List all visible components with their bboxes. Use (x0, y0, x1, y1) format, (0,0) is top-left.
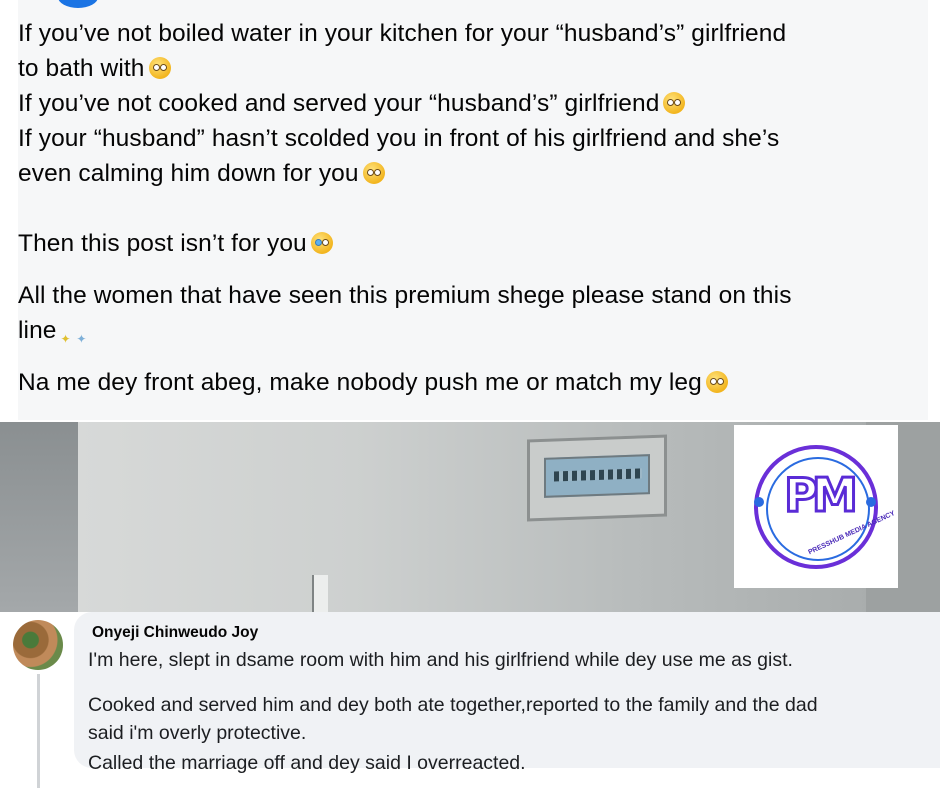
post-paragraph: All the women that have seen this premiu… (18, 278, 792, 357)
comment-line: Cooked and served him and dey both ate t… (88, 694, 818, 716)
post-line: If your “husband” hasn’t scolded you in … (18, 125, 780, 152)
logo-dot (866, 497, 876, 507)
comment: Onyeji Chinweudo Joy I'm here, slept in … (0, 612, 940, 788)
photo-electrical-panel (527, 434, 667, 522)
dizzy-face-icon (148, 57, 171, 79)
post-line: Then this post isn’t for you (18, 226, 333, 261)
author-avatar[interactable] (58, 0, 98, 8)
post-paragraph: Then this post isn’t for you (18, 226, 333, 261)
logo-letters: PM (783, 467, 860, 524)
comment-line: Called the marriage off and dey said I o… (88, 752, 526, 774)
comment-bubble: Onyeji Chinweudo Joy I'm here, slept in … (74, 612, 940, 774)
comment-line: said i'm overly protective. (88, 722, 307, 744)
post-line: even calming him down for you (18, 156, 786, 191)
photo-breakers (554, 468, 642, 482)
post-line: Na me dey front abeg, make nobody push m… (18, 365, 728, 400)
logo-dot (754, 497, 764, 507)
photo-wall-shadow (0, 422, 78, 612)
post-line: If you’ve not cooked and served your “hu… (18, 86, 786, 121)
post-line: to bath with (18, 51, 786, 86)
presshub-watermark-logo: PM PRESSHUB MEDIA AGENCY (734, 425, 898, 588)
thread-line (37, 674, 40, 788)
dizzy-face-icon (705, 371, 728, 393)
photo-door-edge (312, 575, 328, 612)
crying-face-icon (310, 232, 333, 254)
post-line: All the women that have seen this premiu… (18, 282, 792, 309)
photo-panel-window (544, 454, 650, 498)
post-body: If you’ve not boiled water in your kitch… (18, 0, 928, 420)
post-paragraph: Na me dey front abeg, make nobody push m… (18, 365, 728, 400)
sparkles-icon (61, 322, 87, 357)
dizzy-face-icon (663, 92, 686, 114)
commenter-avatar[interactable] (13, 620, 63, 670)
dizzy-face-icon (362, 162, 385, 184)
post-paragraph: If you’ve not boiled water in your kitch… (18, 16, 786, 191)
post-line: line (18, 313, 792, 357)
post-line: If you’ve not boiled water in your kitch… (18, 20, 787, 47)
comment-line: I'm here, slept in dsame room with him a… (88, 649, 793, 671)
commenter-name[interactable]: Onyeji Chinweudo Joy (92, 624, 258, 642)
